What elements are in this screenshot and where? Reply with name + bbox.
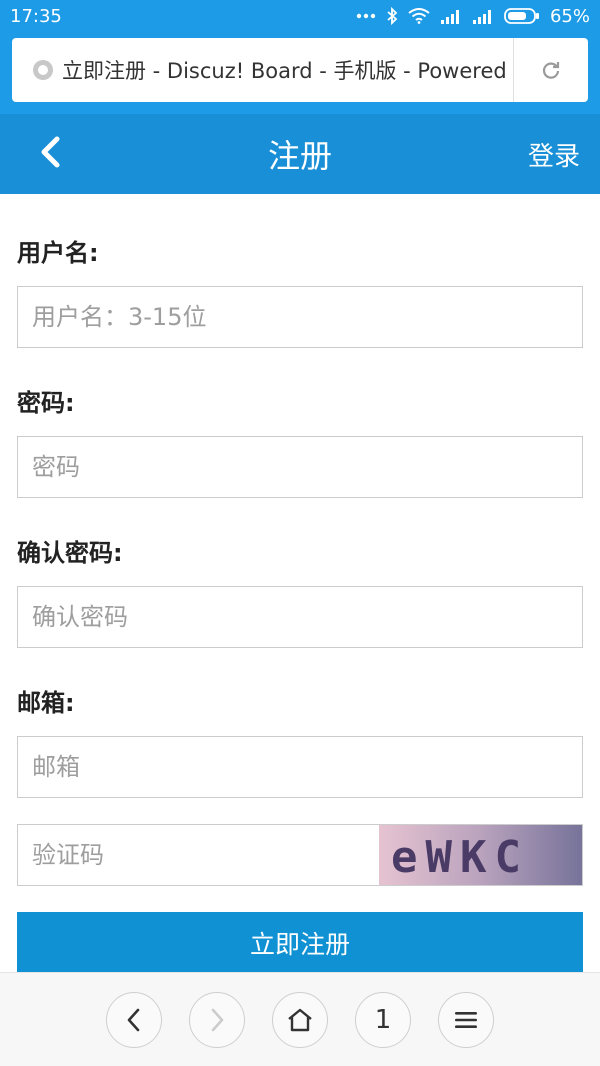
app-header: 注册 登录 <box>0 114 600 194</box>
password-label: 密码: <box>17 389 75 417</box>
battery-icon <box>504 7 540 25</box>
signal-icon <box>440 8 462 24</box>
bluetooth-icon <box>386 7 398 25</box>
battery-percent: 65% <box>549 5 590 27</box>
register-form: 用户名: 密码: 确认密码: 邮箱: eWKC 立即注册 <box>17 194 583 974</box>
forward-arrow-icon[interactable] <box>189 991 245 1048</box>
status-icons: 65% <box>356 6 590 27</box>
status-bar: 17:35 65% <box>0 0 600 32</box>
back-arrow-icon[interactable] <box>106 991 162 1048</box>
page-title: 注册 <box>267 137 332 175</box>
back-button[interactable] <box>30 134 70 174</box>
captcha-text: eWKC <box>391 832 529 883</box>
captcha-row: eWKC <box>17 824 583 886</box>
globe-icon <box>32 59 54 81</box>
browser-toolbar: 立即注册 - Discuz! Board - 手机版 - Powered by … <box>0 32 600 114</box>
register-submit-button[interactable]: 立即注册 <box>17 912 583 974</box>
tab-count: 1 <box>374 1004 392 1035</box>
more-dots-icon <box>356 13 376 19</box>
status-time: 17:35 <box>10 5 62 27</box>
captcha-image[interactable]: eWKC <box>379 825 582 885</box>
email-input[interactable] <box>17 736 583 798</box>
signal-icon <box>472 8 494 24</box>
browser-bottom-nav: 1 <box>0 972 600 1066</box>
tabs-icon[interactable]: 1 <box>355 991 411 1048</box>
wifi-icon <box>408 8 430 24</box>
email-label: 邮箱: <box>17 689 75 717</box>
home-icon[interactable] <box>272 991 328 1048</box>
username-label: 用户名: <box>17 239 99 267</box>
chevron-left-icon <box>38 135 62 173</box>
captcha-input[interactable] <box>18 825 379 885</box>
menu-icon[interactable] <box>438 991 494 1048</box>
username-input[interactable] <box>17 286 583 348</box>
reload-icon[interactable] <box>514 38 588 102</box>
login-link[interactable]: 登录 <box>528 114 580 194</box>
password-input[interactable] <box>17 436 583 498</box>
confirm-password-label: 确认密码: <box>17 539 123 567</box>
url-title[interactable]: 立即注册 - Discuz! Board - 手机版 - Powered by … <box>62 55 513 85</box>
address-bar[interactable]: 立即注册 - Discuz! Board - 手机版 - Powered by … <box>12 38 588 102</box>
confirm-password-input[interactable] <box>17 586 583 648</box>
